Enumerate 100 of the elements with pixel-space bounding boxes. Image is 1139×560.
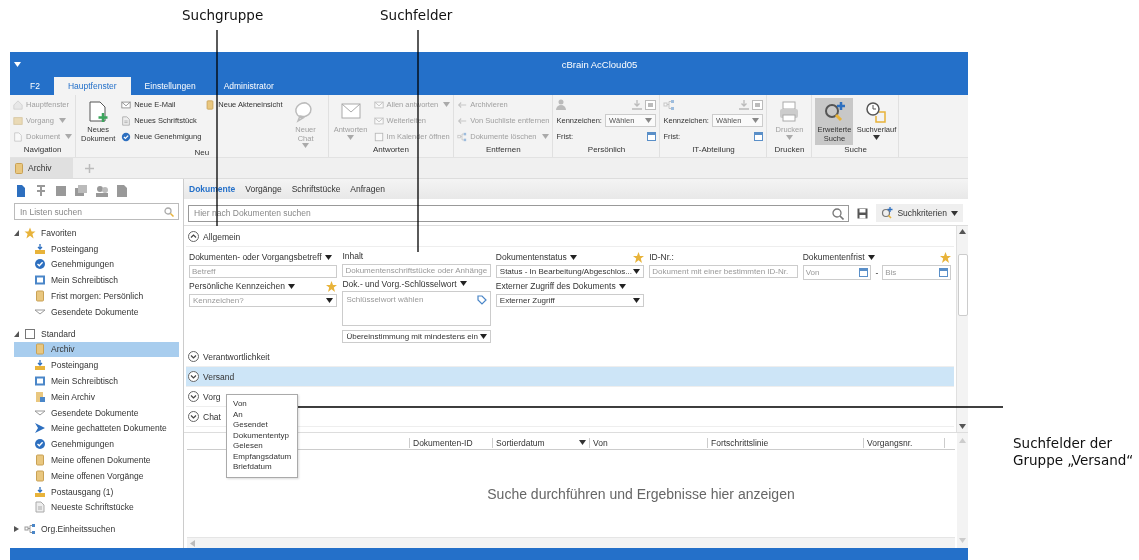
document-icon	[34, 501, 46, 514]
star-icon	[24, 226, 36, 239]
section-header[interactable]: Allgemein	[186, 227, 954, 247]
scrollbar[interactable]	[187, 537, 955, 548]
tree-item[interactable]: Gesendete Dokumente	[14, 404, 179, 421]
download-icon	[632, 99, 643, 110]
tray-icon	[34, 242, 46, 255]
note-icon	[15, 162, 23, 174]
expand-icon	[188, 351, 199, 362]
group-label: Suche	[843, 145, 868, 156]
calendar-icon	[859, 268, 869, 277]
document-tab[interactable]: Archiv	[10, 158, 73, 178]
window-icon	[752, 99, 764, 110]
document-icon	[13, 131, 23, 142]
field-label: ID-Nr.:	[649, 252, 674, 262]
search-icon	[164, 207, 174, 217]
clock-icon	[864, 100, 889, 124]
group-label: Persönlich	[586, 145, 627, 156]
column-header[interactable]: Von	[589, 437, 707, 448]
ribbon-tab[interactable]: Hauptfenster	[53, 77, 131, 95]
field-label: Dokumenten- oder Vorgangsbetreff	[189, 252, 322, 262]
search-icon	[832, 207, 845, 220]
separator-text: -	[875, 267, 879, 278]
checkmark-icon	[34, 438, 46, 451]
tray-icon	[34, 485, 46, 498]
caret-icon	[951, 210, 958, 216]
search-criteria-button[interactable]: Suchkriterien	[876, 204, 963, 222]
caret-icon	[479, 334, 487, 339]
view-tab[interactable]: Schriftstücke	[291, 184, 341, 194]
group-label: IT-Abteilung	[691, 145, 736, 156]
group-label: Entfernen	[485, 145, 522, 156]
search-field[interactable]: In Listen suchen	[14, 203, 179, 220]
input-field[interactable]: Dokumentenschriftstücke oder Anhänge	[342, 263, 491, 277]
tree-item[interactable]: Genehmigungen	[14, 436, 179, 453]
tree-item[interactable]: Gesendete Dokumente	[14, 304, 179, 320]
section-header[interactable]: Versand	[186, 367, 954, 387]
tree-item[interactable]: Favoriten	[14, 225, 179, 241]
group-label: Antworten	[371, 145, 410, 156]
tree-item[interactable]: Archiv	[14, 341, 179, 358]
menu-item[interactable]: Gelesen	[233, 441, 292, 452]
note-icon	[205, 99, 216, 110]
ribbon-tab[interactable]: Einstellungen	[130, 77, 210, 95]
dropdown[interactable]: Externer Zugriff	[495, 294, 645, 307]
tree-item[interactable]: Postausgang (1)	[14, 483, 179, 500]
view-tab[interactable]: Anfragen	[350, 184, 385, 194]
add-tab-icon	[85, 163, 94, 173]
scrollbar[interactable]	[957, 433, 968, 548]
field-label: Dok.- und Vorg.-Schlüsselwort	[342, 278, 457, 289]
caret-icon	[569, 254, 577, 260]
tree-item[interactable]: Frist morgen: Persönlich	[14, 288, 179, 304]
menu-item[interactable]: Von	[233, 399, 292, 410]
scroll-up-icon	[959, 229, 966, 234]
ribbon-tab[interactable]: F2	[16, 77, 54, 95]
checkbox-icon	[24, 327, 36, 340]
tree-item[interactable]: Meine offenen Vorgänge	[14, 467, 179, 484]
dropdown[interactable]: Status - In Bearbeitung/Abgeschlos...	[495, 265, 645, 278]
group-label: Navigation	[22, 145, 63, 156]
empty-message: Suche durchführen und Ergebnisse hier anzeigen	[487, 485, 795, 502]
scrollbar-thumb[interactable]	[957, 254, 968, 316]
tree-item[interactable]: Meine gechatteten Dokumente	[14, 420, 179, 437]
menu-item[interactable]: Empfangsdatum	[233, 451, 292, 462]
annotation-label: Suchgruppe	[182, 7, 264, 23]
tree-item[interactable]: Mein Schreibtisch	[14, 272, 179, 289]
tree-item[interactable]: Genehmigungen	[14, 256, 179, 273]
tree-item[interactable]: Posteingang	[14, 240, 179, 257]
caret-icon	[58, 118, 66, 123]
scroll-down-icon	[959, 538, 966, 543]
expand-icon	[188, 371, 199, 382]
input-field[interactable]: Betreff	[189, 265, 338, 278]
tree-item[interactable]: Neueste Schriftstücke	[14, 499, 179, 516]
caret-icon	[14, 62, 21, 67]
expand-icon	[188, 411, 199, 422]
menu-item[interactable]: An	[233, 409, 292, 420]
scroll-up-icon	[959, 438, 966, 443]
window-icon	[34, 375, 46, 388]
tree-item[interactable]: Mein Archiv	[14, 388, 179, 405]
dropdown[interactable]: Übereinstimmung mit mindestens ein	[342, 330, 491, 343]
calendar-icon	[647, 132, 657, 141]
calendar-icon	[754, 132, 764, 141]
view-tab[interactable]: Vorgänge	[245, 184, 282, 194]
tree-item[interactable]: Meine offenen Dokumente	[14, 452, 179, 468]
tag-icon	[476, 295, 487, 305]
column-header[interactable]: Sortierdatum	[492, 437, 589, 448]
collapse-icon	[14, 330, 19, 337]
menu-item[interactable]: Dokumententyp	[233, 430, 292, 441]
document-icon	[16, 185, 26, 197]
caret-icon	[633, 269, 641, 274]
menu-item[interactable]: Briefdatum	[233, 462, 292, 473]
input-field[interactable]: Dokument mit einer bestimmten ID-Nr.	[649, 265, 798, 278]
tree-item[interactable]: Org.Einheitssuchen	[14, 521, 179, 538]
scrollbar[interactable]	[956, 226, 968, 432]
ribbon-tab[interactable]: Administrator	[209, 77, 288, 95]
document-icon	[34, 390, 46, 403]
column-header[interactable]: Fortschrittslinie	[707, 437, 863, 448]
column-header[interactable]: Vorgangsnr.	[863, 437, 945, 448]
tree-item[interactable]: Standard	[14, 325, 179, 342]
tree-item[interactable]: Posteingang	[14, 357, 179, 374]
caret-icon	[633, 298, 641, 303]
column-header[interactable]: Dokumenten-ID	[409, 437, 492, 448]
tree-item[interactable]: Mein Schreibtisch	[14, 373, 179, 389]
